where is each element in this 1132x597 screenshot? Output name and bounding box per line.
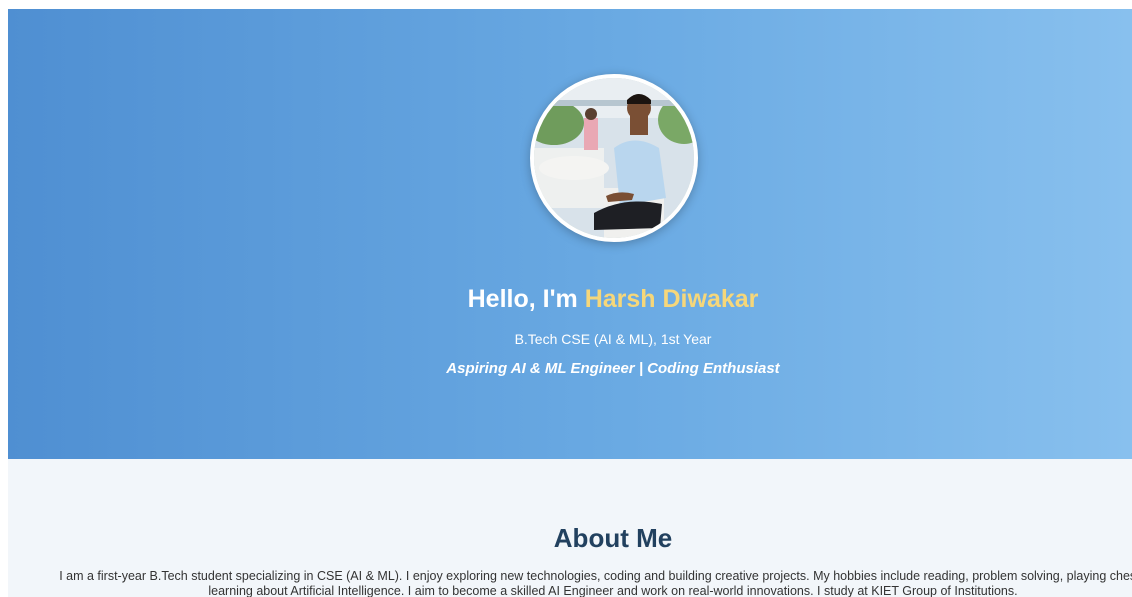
greeting-text: Hello, I'm xyxy=(467,285,585,313)
profile-avatar xyxy=(530,74,698,242)
hero-heading: Hello, I'm Harsh Diwakar xyxy=(8,282,1132,316)
hero-tagline: Aspiring AI & ML Engineer | Coding Enthu… xyxy=(446,360,780,377)
about-section: About Me I am a first-year B.Tech studen… xyxy=(8,459,1132,597)
hero-section: Hello, I'm Harsh Diwakar B.Tech CSE (AI … xyxy=(8,9,1132,459)
page: Hello, I'm Harsh Diwakar B.Tech CSE (AI … xyxy=(8,9,1132,597)
about-title: About Me xyxy=(553,523,673,553)
about-text: I am a first-year B.Tech student special… xyxy=(59,569,1132,597)
hero-subtitle: B.Tech CSE (AI & ML), 1st Year xyxy=(514,331,712,347)
profile-photo xyxy=(534,78,694,238)
name-highlight: Harsh Diwakar xyxy=(584,285,759,313)
